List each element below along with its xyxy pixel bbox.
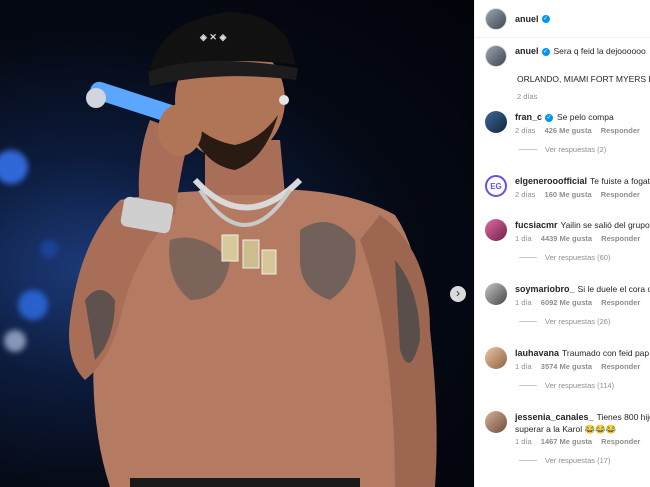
divider xyxy=(519,257,537,258)
view-replies-label: Ver respuestas (60) xyxy=(545,253,611,262)
likes-count[interactable]: 3574 Me gusta xyxy=(541,362,592,371)
post-caption: anuel ✓ Sera q feid la dejoooooo ORLANDO, … xyxy=(485,45,650,101)
avatar[interactable]: EG xyxy=(485,175,507,197)
verified-badge-icon: ✓ xyxy=(541,14,550,23)
reply-button[interactable]: Responder xyxy=(601,362,640,371)
comment: jessenia_canales_Tienes 800 hijos supera… xyxy=(485,411,650,465)
comments-panel: anuel ✓ anuel ✓ Sera q feid la dejoooooo O… xyxy=(474,0,650,487)
comment-username[interactable]: elgenerooofficial xyxy=(515,176,587,186)
avatar[interactable] xyxy=(485,411,507,433)
comment-time: 1 día xyxy=(515,362,532,371)
chevron-right-icon: › xyxy=(456,286,460,300)
comment: fran_c ✓ Se pelo compa 2 días 426 Me gusta… xyxy=(485,111,650,154)
likes-count[interactable]: 426 Me gusta xyxy=(545,126,592,135)
comment-time: 1 día xyxy=(515,234,532,243)
comment-text: Yailin se salió del grupo xyxy=(560,220,650,230)
avatar[interactable] xyxy=(485,219,507,241)
comment-username[interactable]: lauhavana xyxy=(515,348,559,358)
comment-text: Tienes 800 hijos xyxy=(596,412,650,422)
reply-button[interactable]: Responder xyxy=(601,437,640,446)
comment-text-line2: superar a la Karol 😂😂😂 xyxy=(515,424,617,434)
view-replies-button[interactable]: Ver respuestas (114) xyxy=(519,381,650,390)
comment-meta: 1 día 3574 Me gusta Responder xyxy=(515,362,650,371)
likes-count[interactable]: 160 Me gusta xyxy=(545,190,592,199)
divider xyxy=(519,321,537,322)
view-replies-button[interactable]: Ver respuestas (26) xyxy=(519,317,650,326)
divider xyxy=(519,149,537,150)
view-replies-label: Ver respuestas (26) xyxy=(545,317,611,326)
next-photo-button[interactable]: › xyxy=(450,286,466,302)
view-replies-button[interactable]: Ver respuestas (60) xyxy=(519,253,650,262)
comment-username[interactable]: soymariobro_ xyxy=(515,284,575,294)
caption-username[interactable]: anuel xyxy=(515,46,539,56)
likes-count[interactable]: 4439 Me gusta xyxy=(541,234,592,243)
reply-button[interactable]: Responder xyxy=(601,234,640,243)
likes-count[interactable]: 1467 Me gusta xyxy=(541,437,592,446)
comment-text: Se pelo compa xyxy=(557,112,614,122)
avatar[interactable] xyxy=(485,7,507,30)
svg-text:◈ ✕ ◈: ◈ ✕ ◈ xyxy=(199,32,227,42)
caption-text-line2: ORLANDO, MIAMI FORT MYERS H xyxy=(517,74,650,84)
divider xyxy=(519,460,537,461)
comment-username[interactable]: fucsiacmr xyxy=(515,220,558,230)
verified-badge-icon: ✓ xyxy=(541,48,550,56)
comment: fucsiacmr Yailin se salió del grupo 1 día… xyxy=(485,219,650,262)
view-replies-button[interactable]: Ver respuestas (17) xyxy=(519,456,650,465)
divider xyxy=(519,385,537,386)
comment-text: Traumado con feid pap xyxy=(562,348,650,358)
view-replies-button[interactable]: Ver respuestas (2) xyxy=(519,145,650,154)
verified-badge-icon: ✓ xyxy=(545,114,554,122)
comment-meta: 2 días 160 Me gusta Responder xyxy=(515,190,650,199)
comment-username[interactable]: fran_c xyxy=(515,112,542,122)
avatar[interactable] xyxy=(485,347,507,369)
comment-time: 2 días xyxy=(515,190,536,199)
author-username[interactable]: anuel xyxy=(515,14,539,24)
comment-text: Si le duele el cora c xyxy=(577,284,650,294)
comment-time: 2 días xyxy=(515,126,536,135)
avatar[interactable] xyxy=(485,283,507,305)
post-header: anuel ✓ xyxy=(475,0,650,38)
view-replies-label: Ver respuestas (114) xyxy=(545,381,615,390)
caption-text: Sera q feid la dejoooooo xyxy=(553,46,646,56)
comment: EG elgenerooofficial Te fuiste a fogata 2… xyxy=(485,175,650,199)
view-replies-label: Ver respuestas (2) xyxy=(545,145,607,154)
comment-meta: 1 día 1467 Me gusta Responder xyxy=(515,437,650,446)
comment-time: 1 día xyxy=(515,437,532,446)
comment: soymariobro_ Si le duele el cora c 1 día … xyxy=(485,283,650,326)
caption-timestamp: 2 días xyxy=(517,92,538,101)
view-replies-label: Ver respuestas (17) xyxy=(545,456,611,465)
avatar[interactable] xyxy=(485,111,507,133)
comment-meta: 1 día 6092 Me gusta Responder xyxy=(515,298,650,307)
reply-button[interactable]: Responder xyxy=(601,298,640,307)
reply-button[interactable]: Responder xyxy=(601,190,640,199)
avatar-monogram: EG xyxy=(490,181,502,191)
performer-illustration: ◈ ✕ ◈ xyxy=(69,12,437,487)
avatar[interactable] xyxy=(485,45,507,67)
comment-text: Te fuiste a fogata xyxy=(590,176,650,186)
comment: lauhavana Traumado con feid pap 1 día 357… xyxy=(485,347,650,390)
comment-username[interactable]: jessenia_canales_ xyxy=(515,412,594,422)
comment-meta: 1 día 4439 Me gusta Responder xyxy=(515,234,650,243)
likes-count[interactable]: 6092 Me gusta xyxy=(541,298,592,307)
reply-button[interactable]: Responder xyxy=(601,126,640,135)
comment-meta: 2 días 426 Me gusta Responder xyxy=(515,126,650,135)
comment-time: 1 día xyxy=(515,298,532,307)
post-photo: ◈ ✕ ◈ › xyxy=(0,0,474,487)
